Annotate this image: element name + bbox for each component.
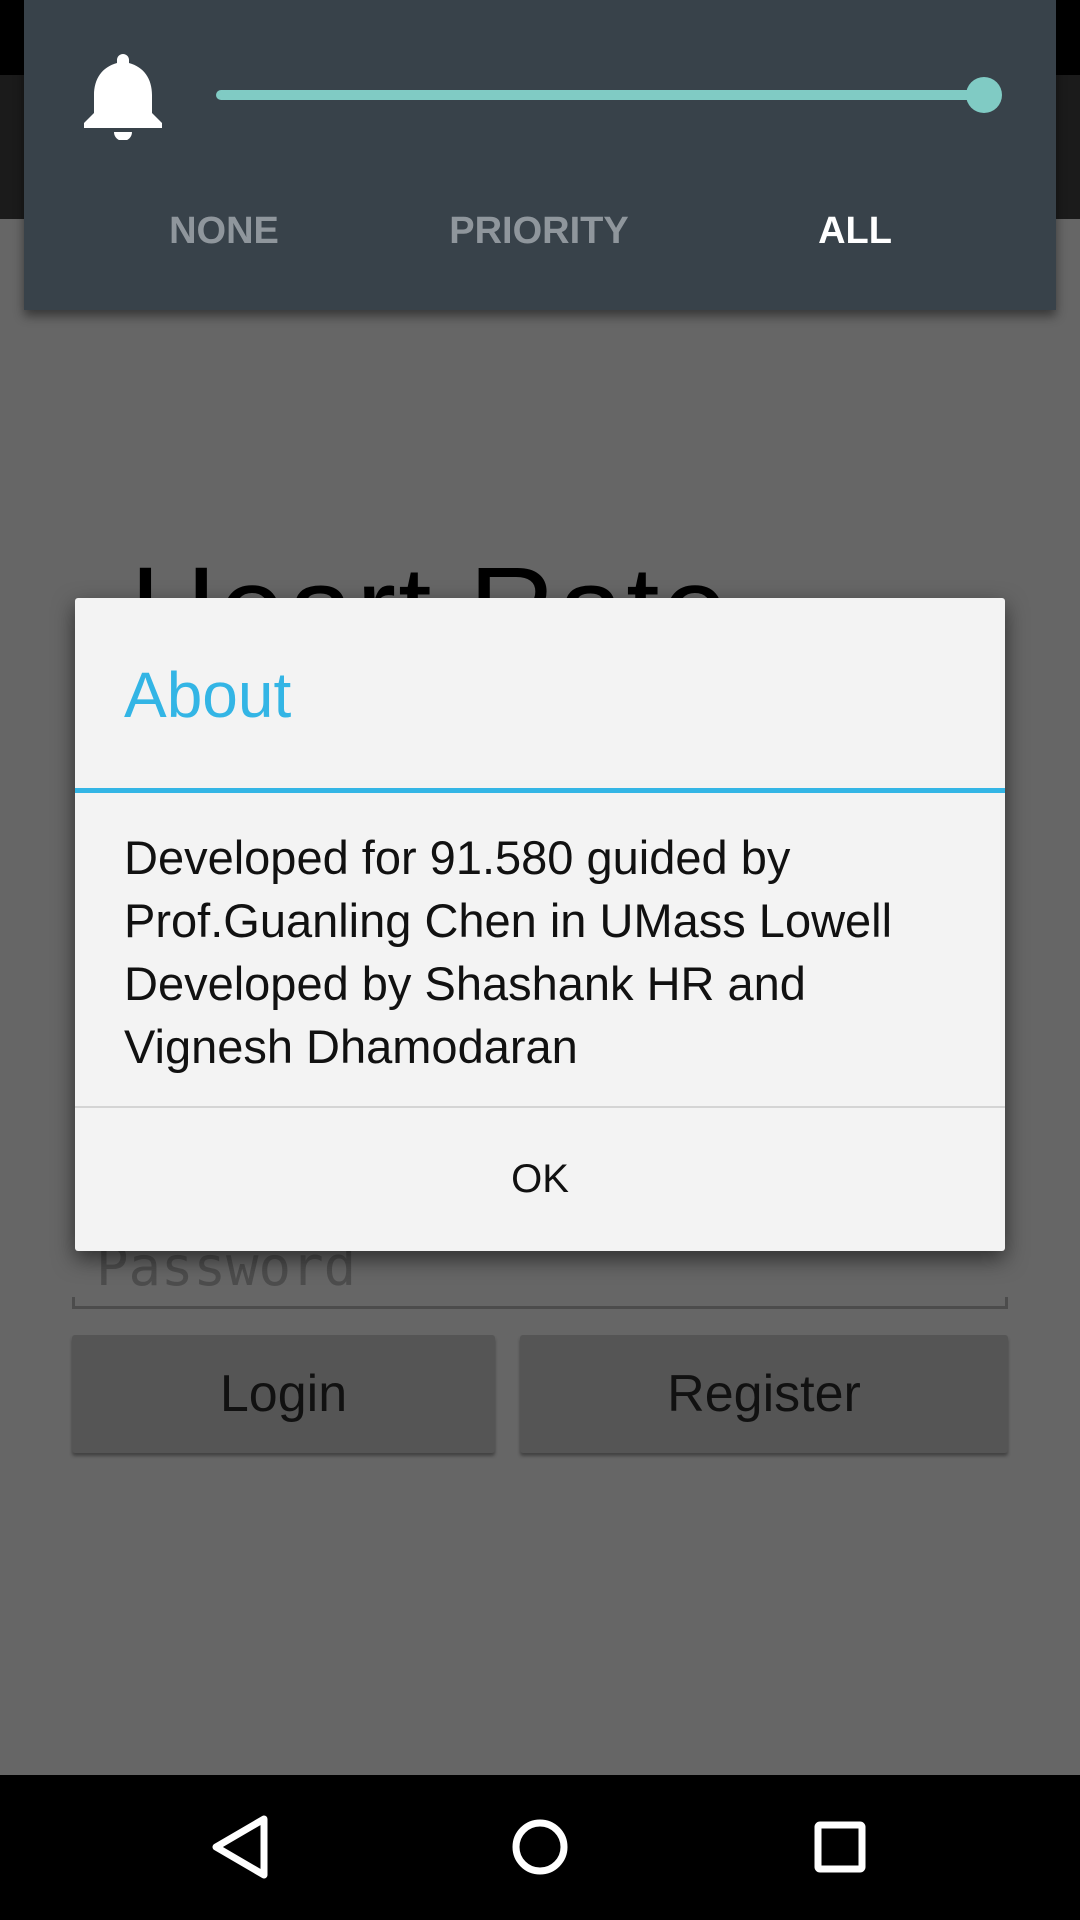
dialog-message: Developed for 91.580 guided by Prof.Guan…	[124, 831, 893, 1073]
mode-none-button[interactable]: NONE	[169, 210, 279, 253]
notification-volume-panel: NONE PRIORITY ALL	[24, 0, 1056, 310]
volume-slider-thumb[interactable]	[966, 77, 1002, 113]
dialog-title-divider	[75, 788, 1005, 793]
register-button[interactable]: Register	[520, 1335, 1008, 1453]
back-icon[interactable]	[190, 1797, 290, 1897]
volume-slider-track[interactable]	[216, 90, 986, 100]
ok-button[interactable]: OK	[75, 1108, 1005, 1251]
bell-icon	[84, 54, 162, 140]
mode-all-button[interactable]: ALL	[818, 210, 892, 253]
password-field-underline	[72, 1297, 1008, 1309]
dialog-title: About	[124, 659, 292, 731]
login-button[interactable]: Login	[72, 1335, 495, 1453]
recents-icon[interactable]	[790, 1797, 890, 1897]
home-icon[interactable]	[490, 1797, 590, 1897]
mode-priority-button[interactable]: PRIORITY	[449, 210, 628, 253]
navigation-bar	[0, 1775, 1080, 1920]
about-dialog: About Developed for 91.580 guided by Pro…	[75, 598, 1005, 1251]
